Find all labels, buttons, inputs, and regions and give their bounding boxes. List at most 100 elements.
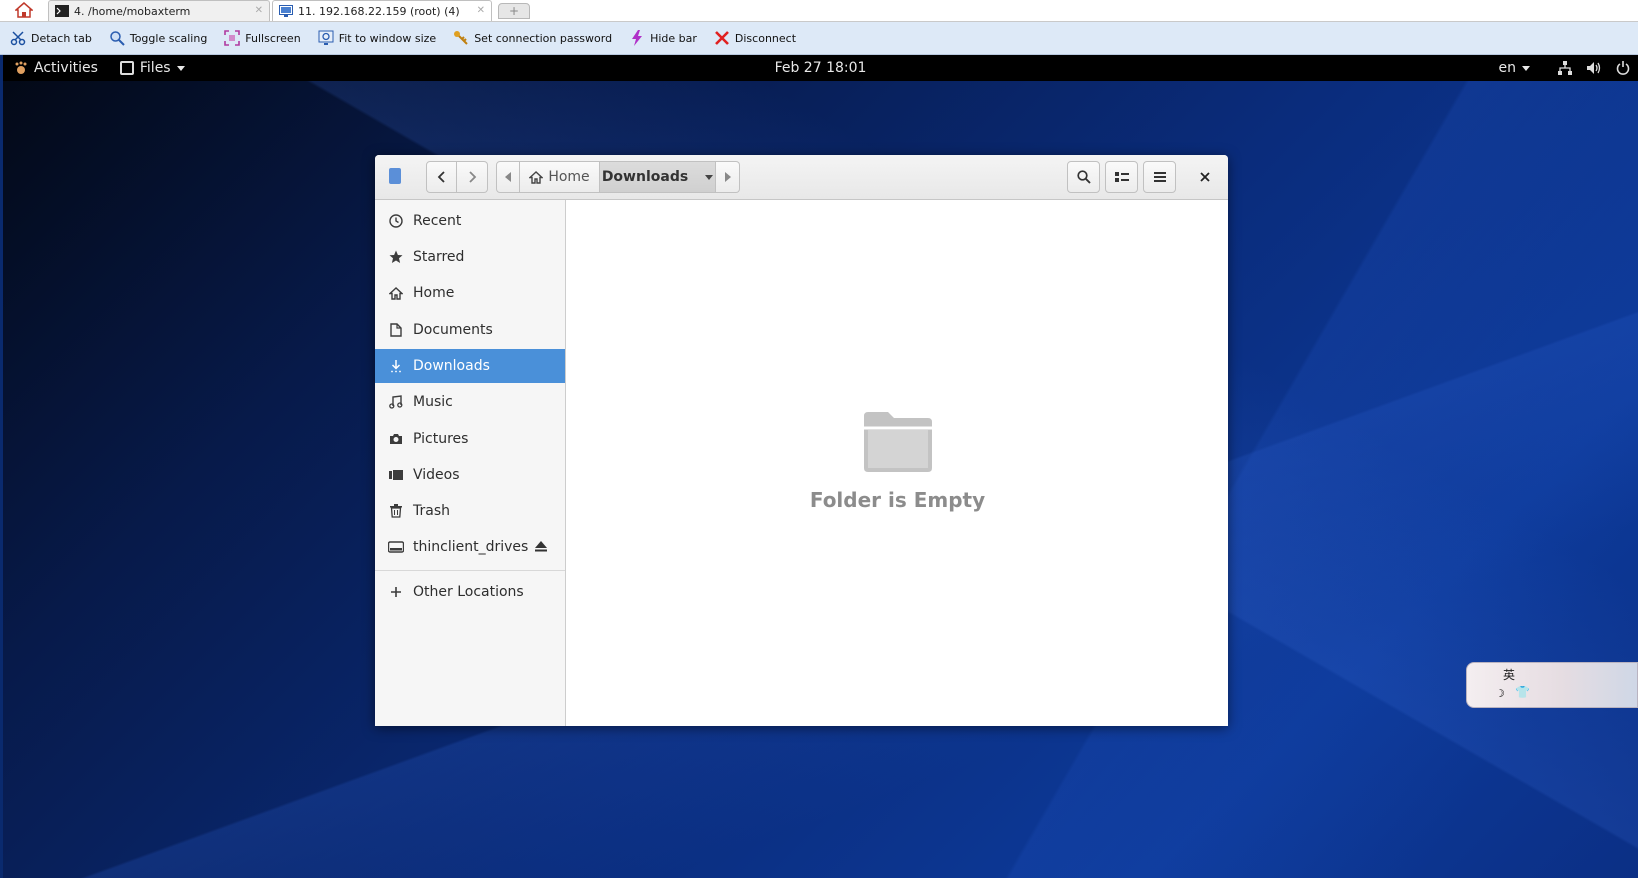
terminal-icon [55, 5, 69, 17]
input-method-widget[interactable]: 英 ☽ 👕 [1466, 662, 1638, 708]
toolbar-label: Detach tab [31, 31, 92, 45]
sidebar-item-label: Starred [413, 249, 465, 265]
video-icon [388, 467, 404, 483]
toolbar-label: Hide bar [650, 31, 697, 45]
moba-tab-local[interactable]: 4. /home/mobaxterm ✕ [48, 0, 270, 21]
magnifier-icon [109, 30, 125, 46]
activities-label: Activities [34, 60, 98, 76]
eject-icon[interactable] [535, 540, 547, 556]
system-menu[interactable] [1558, 61, 1630, 75]
toolbar-label: Fit to window size [338, 31, 437, 45]
path-scroll-right-button[interactable] [716, 161, 740, 193]
sidebar-item-label: Other Locations [413, 584, 524, 600]
star-icon [388, 249, 404, 265]
fit-window-button[interactable]: Fit to window size [318, 26, 437, 50]
sidebar-item-label: Videos [413, 467, 460, 483]
search-icon [1076, 170, 1091, 184]
toggle-scaling-button[interactable]: Toggle scaling [109, 26, 207, 50]
triangle-right-icon [724, 172, 731, 182]
fullscreen-button[interactable]: Fullscreen [224, 26, 301, 50]
empty-folder-message: Folder is Empty [809, 488, 986, 512]
navigation-buttons [426, 161, 488, 193]
music-icon [388, 394, 404, 410]
detach-tab-button[interactable]: Detach tab [10, 26, 92, 50]
path-home-button[interactable]: Home [520, 161, 600, 193]
trash-icon [388, 503, 404, 519]
remote-desktop[interactable]: Activities Files Feb 27 18:01 en Home Do… [3, 55, 1638, 878]
mobaxterm-tab-strip: 4. /home/mobaxterm ✕ 11. 192.168.22.159 … [0, 0, 1638, 22]
set-password-button[interactable]: Set connection password [453, 26, 612, 50]
chevron-right-icon [469, 171, 477, 183]
chevron-down-icon [705, 174, 714, 180]
sidebar-item-documents[interactable]: Documents [375, 313, 565, 347]
sidebar-divider [375, 570, 565, 571]
tab-close-icon[interactable]: ✕ [255, 5, 263, 16]
remote-desktop-icon [279, 5, 293, 17]
folder-icon [863, 412, 932, 472]
sidebar-item-thinclient-drives[interactable]: thinclient_drives [375, 530, 565, 564]
mobaxterm-toolbar: Detach tab Toggle scaling Fullscreen Fit… [0, 22, 1638, 55]
plus-icon: + [508, 4, 520, 18]
shirt-icon: 👕 [1515, 685, 1530, 699]
tab-close-icon[interactable]: ✕ [477, 5, 485, 16]
moba-tab-remote[interactable]: 11. 192.168.22.159 (root) (4) ✕ [272, 0, 492, 21]
app-menu-label: Files [139, 60, 171, 76]
volume-icon [1587, 62, 1601, 74]
moon-icon: ☽ [1495, 687, 1505, 700]
network-icon [1558, 61, 1572, 75]
key-icon [453, 30, 469, 46]
path-current-button[interactable]: Downloads [600, 161, 716, 193]
files-window: Home Downloads Recent Starred Home Docum… [375, 155, 1228, 726]
sidebar-item-label: Recent [413, 213, 462, 229]
sidebar-item-label: Music [413, 394, 453, 410]
sidebar-item-videos[interactable]: Videos [375, 458, 565, 492]
back-button[interactable] [426, 161, 457, 193]
gnome-foot-icon [15, 61, 27, 74]
red-x-icon [714, 30, 730, 46]
close-button[interactable] [1193, 166, 1217, 188]
clock-label: Feb 27 18:01 [774, 60, 867, 76]
sidebar-item-home[interactable]: Home [375, 276, 565, 310]
sidebar-item-trash[interactable]: Trash [375, 494, 565, 528]
sidebar-item-label: Pictures [413, 431, 469, 447]
tab-label: 4. /home/mobaxterm [74, 4, 191, 18]
language-selector[interactable]: en [1498, 60, 1530, 76]
scissors-icon [10, 30, 26, 46]
sidebar-item-label: Documents [413, 322, 493, 338]
plus-icon [388, 584, 404, 600]
language-label: en [1498, 60, 1517, 76]
header-bar: Home Downloads [375, 155, 1228, 200]
activities-button[interactable]: Activities [14, 60, 98, 76]
sidebar-item-pictures[interactable]: Pictures [375, 422, 565, 456]
sidebar-item-starred[interactable]: Starred [375, 240, 565, 274]
drive-icon [388, 539, 404, 555]
hide-bar-button[interactable]: Hide bar [629, 26, 697, 50]
fit-window-icon [318, 30, 334, 46]
sidebar-item-other-locations[interactable]: Other Locations [375, 575, 565, 609]
sidebar-item-recent[interactable]: Recent [375, 204, 565, 238]
chevron-left-icon [437, 171, 445, 183]
empty-folder-placeholder: Folder is Empty [567, 410, 1228, 512]
moba-home-tab[interactable] [0, 0, 48, 21]
chevron-down-icon [176, 65, 185, 71]
toolbar-label: Set connection password [474, 31, 613, 45]
app-menu-files[interactable]: Files [119, 60, 185, 76]
file-view[interactable]: Folder is Empty [567, 200, 1228, 726]
view-options-button[interactable] [1105, 161, 1138, 193]
disconnect-button[interactable]: Disconnect [714, 26, 796, 50]
lightning-icon [629, 30, 645, 46]
list-view-icon [1114, 172, 1129, 182]
files-app-icon [119, 61, 134, 75]
search-button[interactable] [1067, 161, 1100, 193]
toolbar-label: Toggle scaling [129, 31, 208, 45]
new-tab-button[interactable]: + [498, 3, 530, 19]
main-menu-button[interactable] [1143, 161, 1176, 193]
files-app-icon [389, 168, 401, 184]
hamburger-menu-icon [1153, 172, 1166, 182]
clock[interactable]: Feb 27 18:01 [3, 60, 1638, 76]
camera-icon [388, 431, 404, 447]
path-scroll-left-button[interactable] [496, 161, 520, 193]
sidebar-item-music[interactable]: Music [375, 385, 565, 419]
forward-button[interactable] [457, 161, 488, 193]
sidebar-item-downloads[interactable]: Downloads [375, 349, 565, 383]
